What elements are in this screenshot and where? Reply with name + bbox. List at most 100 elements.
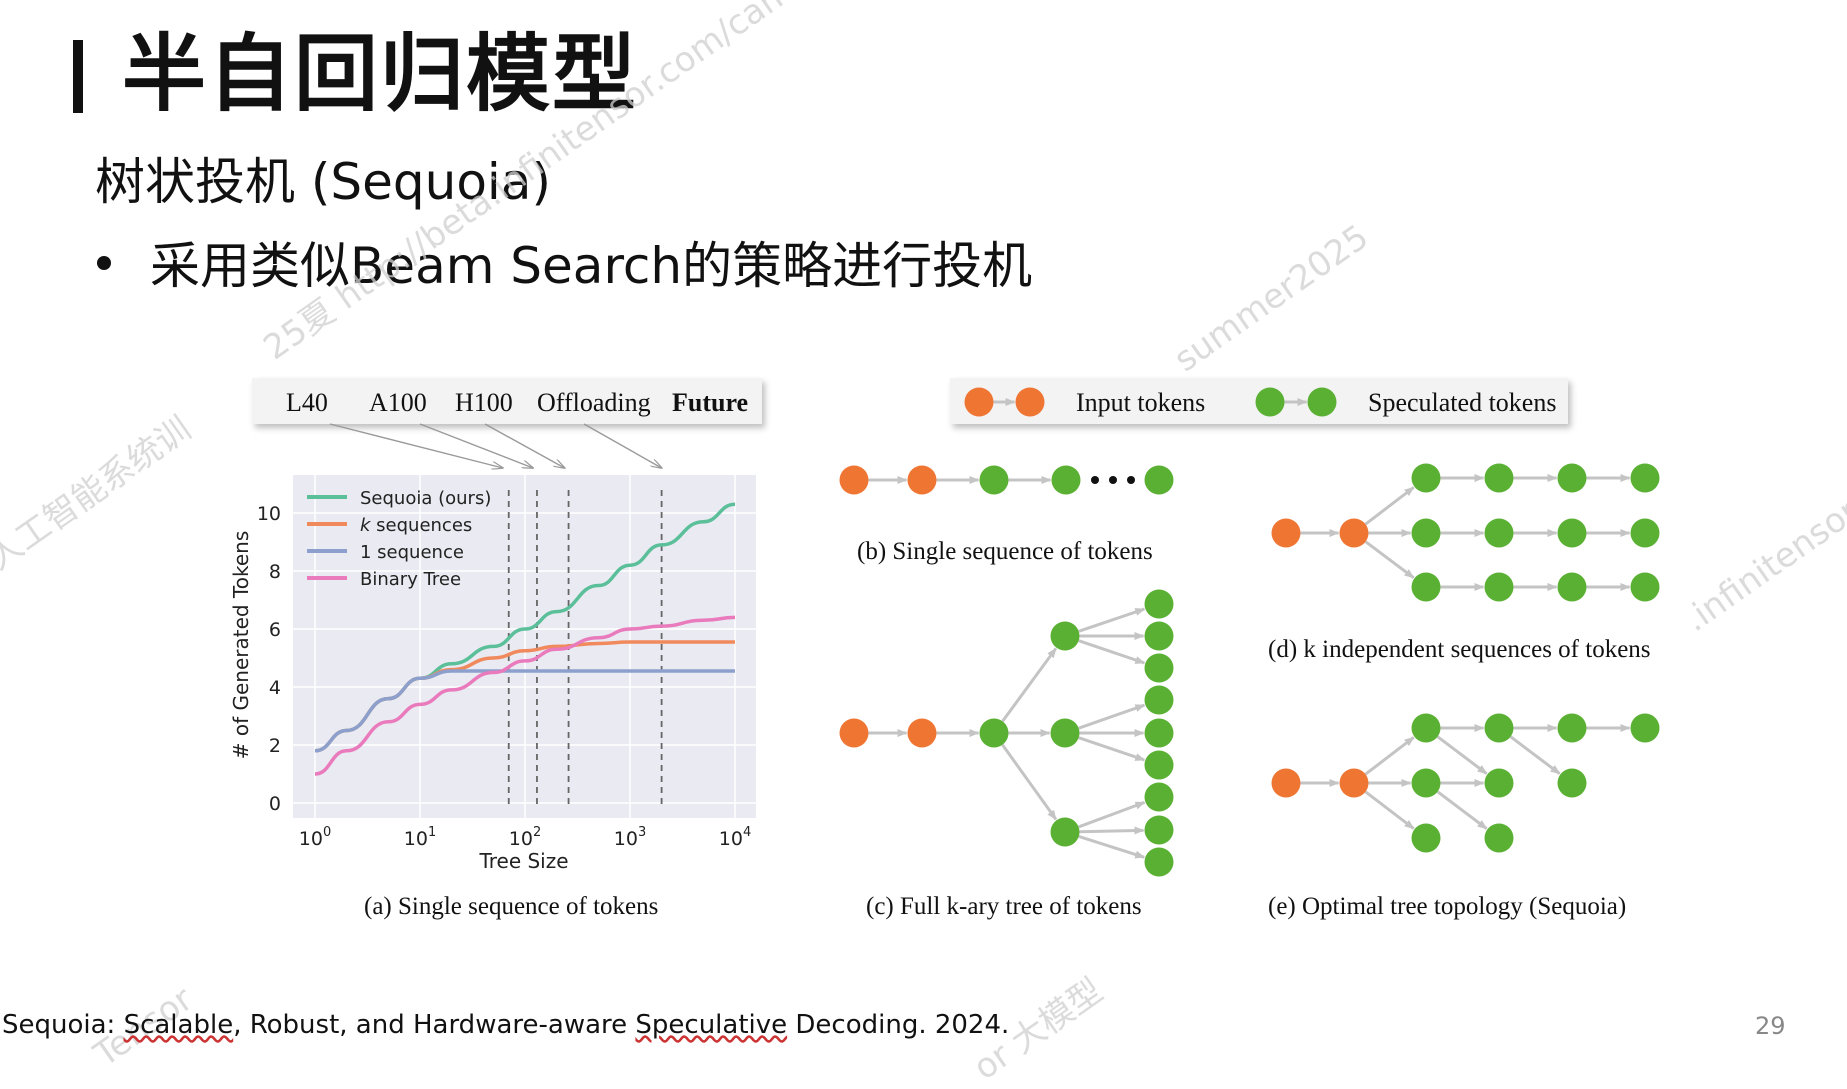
token-edge-arrow xyxy=(1001,647,1058,723)
speculated-token-node xyxy=(1050,817,1080,847)
speculated-token-node xyxy=(1557,713,1587,743)
input-token-node xyxy=(1271,518,1301,548)
speculated-token-node xyxy=(1484,463,1514,493)
input-token-node xyxy=(907,465,937,495)
chart-y-tick-label: 6 xyxy=(269,619,281,641)
speculated-token-node xyxy=(1557,572,1587,602)
caption-c: (c) Full k-ary tree of tokens xyxy=(866,893,1142,920)
speculated-token-node xyxy=(979,465,1009,495)
input-token-node xyxy=(839,718,869,748)
citation-middle: , Robust, and Hardware-aware xyxy=(233,1010,636,1040)
ellipsis-dot xyxy=(1127,476,1135,484)
speculated-token-node xyxy=(1630,572,1660,602)
chart-y-tick-label: 4 xyxy=(269,677,281,699)
token-edge-arrow xyxy=(1436,790,1488,830)
tick-exponent: 3 xyxy=(638,825,646,840)
tick-base: 10 xyxy=(404,828,428,850)
speculated-token-node xyxy=(1050,621,1080,651)
citation-word-scalable: Scalable xyxy=(123,1010,234,1040)
chart-legend-label: Sequoia (ours) xyxy=(360,488,491,509)
token-edge-arrow xyxy=(1364,486,1415,526)
speculated-token-node xyxy=(1411,518,1441,548)
speculated-token-node xyxy=(1051,465,1081,495)
speculated-token-node xyxy=(1050,718,1080,748)
speculated-token-node xyxy=(1557,768,1587,798)
speculated-token-node xyxy=(1484,713,1514,743)
citation-prefix: Sequoia: xyxy=(2,1010,124,1040)
chart-y-tick-label: 0 xyxy=(269,793,281,815)
speculated-token-node xyxy=(1144,815,1174,845)
tick-exponent: 0 xyxy=(323,825,331,840)
chart-legend-label: 1 sequence xyxy=(360,542,464,563)
speculated-token-node xyxy=(1557,463,1587,493)
tick-base: 10 xyxy=(509,828,533,850)
speculated-token-node xyxy=(1630,463,1660,493)
ellipsis-dot xyxy=(1109,476,1117,484)
caption-b: (b) Single sequence of tokens xyxy=(857,538,1153,565)
input-token-node xyxy=(1271,768,1301,798)
chart-x-tick-label: 104 xyxy=(719,825,751,850)
caption-d: (d) k independent sequences of tokens xyxy=(1268,636,1651,663)
speculated-token-node xyxy=(1144,653,1174,683)
token-edge-arrow xyxy=(1078,639,1146,665)
speculated-token-node xyxy=(1255,387,1285,417)
speculated-token-node xyxy=(1144,465,1174,495)
input-token-node xyxy=(907,718,937,748)
token-edge-arrow xyxy=(1436,735,1488,775)
speculated-token-node xyxy=(1484,768,1514,798)
speculated-token-node xyxy=(1484,518,1514,548)
chart-x-axis-label: Tree Size xyxy=(478,849,568,873)
speculated-token-node xyxy=(1144,750,1174,780)
caption-a: (a) Single sequence of tokens xyxy=(364,893,659,920)
speculated-token-node xyxy=(1484,823,1514,853)
page-number: 29 xyxy=(1755,1012,1786,1040)
chart-y-axis-label: # of Generated Tokens xyxy=(229,531,253,760)
speculated-token-node xyxy=(1411,768,1441,798)
speculated-token-node xyxy=(1557,518,1587,548)
chart-legend-label: k sequences xyxy=(360,515,472,536)
chart-legend-label: Binary Tree xyxy=(360,569,461,590)
token-edge-arrow xyxy=(1078,834,1146,859)
chart-y-tick-label: 2 xyxy=(269,735,281,757)
input-token-node xyxy=(839,465,869,495)
figure-canvas: 0246810100 101 102 103 104Sequoia (ours)k se… xyxy=(229,387,1660,877)
speculated-token-node xyxy=(1630,713,1660,743)
tick-base: 10 xyxy=(299,828,323,850)
hardware-pointer-arrow xyxy=(484,423,565,468)
speculated-token-node xyxy=(1144,782,1174,812)
tick-exponent: 4 xyxy=(743,825,751,840)
citation-suffix: Decoding. 2024. xyxy=(787,1010,1010,1040)
speculated-token-node xyxy=(1144,685,1174,715)
token-edge-arrow xyxy=(1078,801,1146,829)
speculated-token-node xyxy=(1307,387,1337,417)
sequoia-chart: 0246810100 101 102 103 104Sequoia (ours)k se… xyxy=(229,423,756,873)
chart-x-tick-label: 102 xyxy=(509,825,541,850)
speculated-token-node xyxy=(1411,572,1441,602)
token-edge-arrow xyxy=(1364,790,1415,830)
speculated-token-node xyxy=(1411,713,1441,743)
speculated-token-node xyxy=(1630,518,1660,548)
speculated-token-node xyxy=(1411,823,1441,853)
input-token-node xyxy=(1015,387,1045,417)
speculated-token-node xyxy=(1411,463,1441,493)
hardware-pointer-arrow xyxy=(583,423,662,468)
speculated-token-node xyxy=(1144,589,1174,619)
token-edge-arrow xyxy=(1001,743,1058,821)
token-edge-arrow xyxy=(1079,826,1145,835)
ellipsis-dot xyxy=(1091,476,1099,484)
chart-x-tick-label: 100 xyxy=(299,825,331,850)
tick-base: 10 xyxy=(614,828,638,850)
token-edge-arrow xyxy=(1509,735,1561,775)
citation-word-speculative: Speculative xyxy=(635,1010,788,1040)
tick-exponent: 1 xyxy=(428,825,436,840)
speculated-token-node xyxy=(1144,718,1174,748)
speculated-token-node xyxy=(1484,572,1514,602)
input-token-node xyxy=(1339,768,1369,798)
token-edge-arrow xyxy=(1364,736,1415,776)
token-edge-arrow xyxy=(1078,607,1146,633)
token-edge-arrow xyxy=(1078,703,1146,730)
tick-base: 10 xyxy=(719,828,743,850)
input-token-node xyxy=(964,387,994,417)
legend-rest: sequences xyxy=(370,515,472,536)
chart-y-tick-label: 10 xyxy=(257,503,281,525)
